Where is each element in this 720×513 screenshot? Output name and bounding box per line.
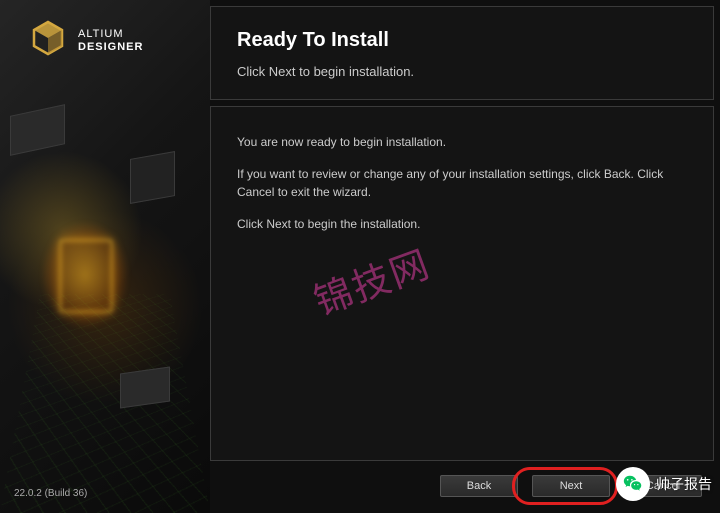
sidebar-panel: ALTIUM DESIGNER 22.0.2 (Build 36)	[0, 0, 210, 513]
altium-logo-icon	[28, 18, 68, 63]
back-button-label: Back	[467, 480, 491, 492]
body-paragraph-1: You are now ready to begin installation.	[237, 133, 687, 151]
page-subtitle: Click Next to begin installation.	[237, 64, 687, 79]
header-box: Ready To Install Click Next to begin ins…	[210, 6, 714, 100]
pcb-chip-decor	[120, 366, 170, 408]
next-button[interactable]: Next	[532, 475, 610, 497]
next-button-label: Next	[560, 480, 583, 492]
body-paragraph-3: Click Next to begin the installation.	[237, 215, 687, 233]
installer-window: ALTIUM DESIGNER 22.0.2 (Build 36) Ready …	[0, 0, 720, 513]
pcb-chip-decor	[10, 104, 65, 156]
brand-text: ALTIUM DESIGNER	[78, 28, 143, 53]
pcb-chip-decor	[130, 151, 175, 204]
pcb-highlight-glow	[40, 220, 130, 330]
content-box: You are now ready to begin installation.…	[210, 106, 714, 461]
version-label: 22.0.2 (Build 36)	[14, 488, 87, 499]
back-button[interactable]: Back	[440, 475, 518, 497]
main-panel: Ready To Install Click Next to begin ins…	[210, 0, 720, 513]
source-attribution-label: 帅子报告	[656, 474, 712, 494]
pcb-background-art	[0, 0, 210, 513]
brand-line1: ALTIUM	[78, 28, 143, 41]
brand-logo: ALTIUM DESIGNER	[28, 18, 143, 63]
wechat-avatar-icon	[616, 467, 650, 501]
brand-line2: DESIGNER	[78, 41, 143, 54]
source-attribution-overlay: 帅子报告	[616, 467, 712, 501]
watermark-text: 锦技网	[305, 233, 437, 326]
page-title: Ready To Install	[237, 29, 687, 52]
body-paragraph-2: If you want to review or change any of y…	[237, 165, 687, 201]
